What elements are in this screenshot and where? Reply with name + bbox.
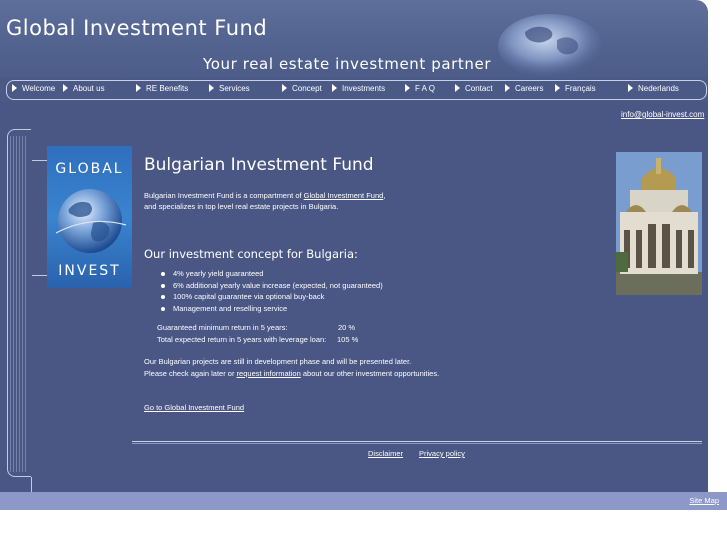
page-title: Bulgarian Investment Fund (144, 155, 374, 175)
arrow-right-icon (63, 84, 68, 92)
nav-item-about-us[interactable]: About us (63, 81, 105, 95)
arrow-right-icon (332, 84, 337, 92)
return-label: Guaranteed minimum return in 5 years: (157, 323, 288, 332)
nav-item-investments[interactable]: Investments (332, 81, 385, 95)
nav-item-careers[interactable]: Careers (505, 81, 543, 95)
arrow-right-icon (136, 84, 141, 92)
site-title: Global Investment Fund (6, 16, 268, 40)
nav-item-welcome[interactable]: Welcome (12, 81, 55, 95)
global-investment-fund-link[interactable]: Global Investment Fund (304, 191, 384, 200)
arrow-right-icon (555, 84, 560, 92)
bottom-bar: Site Map (0, 492, 727, 510)
site-map-link[interactable]: Site Map (689, 496, 719, 505)
contact-email-link[interactable]: info@global-invest.com (621, 110, 704, 119)
arrow-right-icon (209, 84, 214, 92)
privacy-policy-link[interactable]: Privacy policy (419, 449, 465, 458)
intro-line-2: and specializes in top level real estate… (144, 202, 339, 211)
globe-icon (55, 189, 127, 253)
return-value: 105 % (337, 335, 359, 344)
nav-item-faq[interactable]: F A Q (405, 81, 435, 95)
page: Global Investment Fund Your real estate … (0, 0, 727, 545)
logo-top-word: GLOBAL (55, 161, 124, 177)
arrow-right-icon (455, 84, 460, 92)
nav-item-francais[interactable]: Français (555, 81, 596, 95)
nav-item-re-benefits[interactable]: RE Benefits (136, 81, 188, 95)
globe-graphic (498, 14, 602, 76)
nav-item-services[interactable]: Services (209, 81, 250, 95)
goto-global-fund-link[interactable]: Go to Global Investment Fund (144, 403, 244, 412)
tagline: Your real estate investment partner (203, 55, 492, 73)
main-nav: Welcome About us RE Benefits Services Co… (0, 78, 708, 102)
list-item: 100% capital guarantee via optional buy-… (160, 292, 324, 301)
left-rail-texture (10, 136, 28, 472)
arrow-right-icon (628, 84, 633, 92)
arrow-right-icon (282, 84, 287, 92)
return-label: Total expected return in 5 years with le… (157, 335, 327, 344)
status-line-1: Our Bulgarian projects are still in deve… (144, 357, 412, 366)
return-value: 20 % (338, 323, 356, 332)
nav-item-contact[interactable]: Contact (455, 81, 493, 95)
logo-connector-line (32, 275, 47, 276)
arrow-right-icon (405, 84, 410, 92)
logo-bottom-word: INVEST (58, 263, 121, 279)
arrow-right-icon (12, 84, 17, 92)
nav-item-concept[interactable]: Concept (282, 81, 322, 95)
global-invest-logo: GLOBAL INVEST (47, 146, 132, 288)
footer-divider (132, 441, 702, 444)
request-information-link[interactable]: request information (237, 369, 301, 378)
status-line-2: Please check again later or request info… (144, 369, 440, 378)
list-item: 4% yearly yield guaranteed (160, 269, 263, 278)
nav-item-nederlands[interactable]: Nederlands (628, 81, 679, 95)
disclaimer-link[interactable]: Disclaimer (368, 449, 403, 458)
logo-connector-line (32, 160, 47, 161)
right-margin-strip (708, 0, 727, 480)
header-banner: Global Investment Fund Your real estate … (0, 0, 708, 78)
concept-heading: Our investment concept for Bulgaria: (144, 247, 358, 261)
cathedral-photo (616, 152, 702, 295)
list-item: 6% additional yearly value increase (exp… (161, 281, 383, 290)
intro-line-1: Bulgarian Investment Fund is a compartme… (144, 191, 386, 200)
list-item: Management and reselling service (160, 304, 287, 313)
arrow-right-icon (505, 84, 510, 92)
